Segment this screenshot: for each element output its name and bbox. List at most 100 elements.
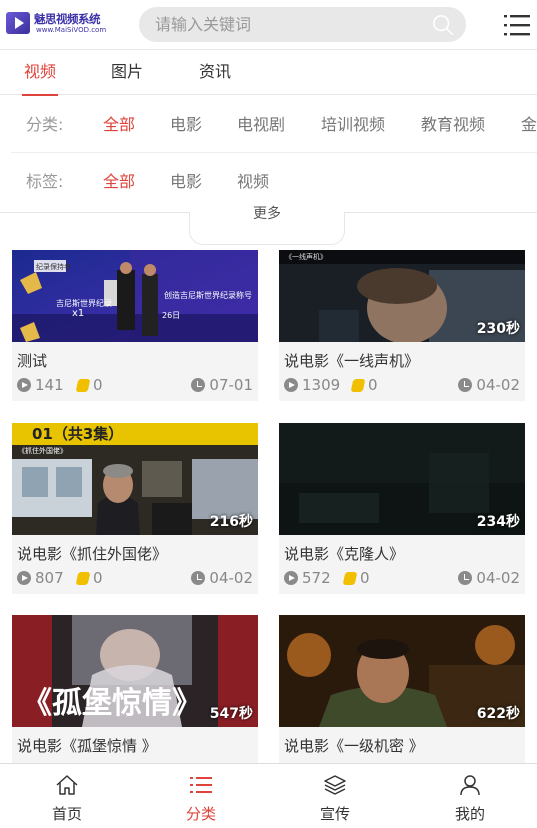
views-stat: 572 <box>284 569 331 587</box>
coins-stat: 0 <box>75 569 103 587</box>
logo[interactable]: 魅思视频系统 www.MaiSiVOD.com <box>6 10 110 38</box>
search-icon[interactable] <box>432 14 454 36</box>
coin-icon <box>75 571 91 585</box>
clock-icon <box>191 378 206 392</box>
views-count: 1309 <box>302 376 341 394</box>
coins-stat: 0 <box>75 376 103 394</box>
nav-category-label: 分类 <box>185 805 216 823</box>
video-duration: 216秒 <box>209 514 253 530</box>
coins-stat: 0 <box>342 569 370 587</box>
category-filter: 分类: 全部 电影 电视剧 培训视频 教育视频 金 <box>11 97 537 153</box>
date-stat: 07-01 <box>191 376 253 394</box>
tag-filter: 标签: 全部 电影 视频 <box>11 154 537 210</box>
header: 魅思视频系统 www.MaiSiVOD.com <box>0 0 537 50</box>
video-card[interactable]: 01（共3集） 《抓住外国佬》 216秒 说电影《抓住外国佬》 807 0 04… <box>12 423 258 594</box>
upload-date: 04-02 <box>209 569 253 587</box>
play-count-icon <box>284 378 298 392</box>
coins-stat: 0 <box>350 376 378 394</box>
thumbnail-image: 纪录保持者 创造吉尼斯世界纪录称号 吉尼斯世界纪录 x1 26日 <box>12 250 258 342</box>
video-card[interactable]: 234秒 说电影《克隆人》 572 0 04-02 <box>279 423 525 594</box>
views-stat: 807 <box>17 569 64 587</box>
video-duration: 234秒 <box>476 514 520 530</box>
category-movie[interactable]: 电影 <box>170 97 202 153</box>
thumbnail-title-text: 《孤堡惊情》 <box>22 686 202 721</box>
play-count-icon <box>284 571 298 585</box>
thumbnail-tag-text: 《一线声机》 <box>285 252 327 261</box>
content-type-tabs: 视频 图片 资讯 <box>0 50 537 96</box>
video-card[interactable]: 纪录保持者 创造吉尼斯世界纪录称号 吉尼斯世界纪录 x1 26日 测试 141 … <box>12 250 258 401</box>
nav-home[interactable]: 首页 <box>27 764 107 828</box>
logo-play-icon <box>6 12 30 34</box>
video-thumbnail[interactable]: 《孤堡惊情》 547秒 <box>12 615 258 727</box>
video-title[interactable]: 说电影《克隆人》 <box>284 543 404 564</box>
category-training-video[interactable]: 培训视频 <box>321 97 385 153</box>
video-duration: 622秒 <box>476 706 520 722</box>
more-label: 更多 <box>253 206 281 222</box>
clock-icon <box>458 571 473 585</box>
more-button[interactable]: 更多 <box>189 207 345 245</box>
video-duration: 547秒 <box>209 706 253 722</box>
play-count-icon <box>17 571 31 585</box>
coins-count: 0 <box>360 569 370 587</box>
thumbnail-cert-text: 创造吉尼斯世界纪录称号 <box>164 290 252 300</box>
tag-movie[interactable]: 电影 <box>170 154 202 210</box>
video-meta: 572 0 04-02 <box>284 569 520 589</box>
tab-video[interactable]: 视频 <box>21 50 59 96</box>
date-stat: 04-02 <box>191 569 253 587</box>
logo-name: 魅思视频系统 <box>34 12 101 26</box>
menu-icon[interactable] <box>504 13 530 37</box>
video-title[interactable]: 说电影《一线声机》 <box>284 350 419 371</box>
video-thumbnail[interactable]: 纪录保持者 创造吉尼斯世界纪录称号 吉尼斯世界纪录 x1 26日 <box>12 250 258 342</box>
coins-count: 0 <box>93 376 103 394</box>
category-all[interactable]: 全部 <box>103 97 135 153</box>
video-meta: 141 0 07-01 <box>17 376 253 396</box>
category-more-item[interactable]: 金 <box>521 97 537 153</box>
video-card[interactable]: 622秒 说电影《一级机密 》 <box>279 615 525 763</box>
clock-icon <box>191 571 206 585</box>
coins-count: 0 <box>368 376 378 394</box>
home-icon <box>56 775 78 795</box>
video-title[interactable]: 说电影《孤堡惊情 》 <box>17 735 157 756</box>
video-card[interactable]: 《孤堡惊情》 547秒 说电影《孤堡惊情 》 <box>12 615 258 763</box>
views-stat: 141 <box>17 376 64 394</box>
video-thumbnail[interactable]: 01（共3集） 《抓住外国佬》 216秒 <box>12 423 258 535</box>
video-thumbnail[interactable]: 234秒 <box>279 423 525 535</box>
thumbnail-tag-text: 《抓住外国佬》 <box>18 446 67 455</box>
tag-all[interactable]: 全部 <box>103 154 135 210</box>
list-icon <box>190 777 212 793</box>
category-education-video[interactable]: 教育视频 <box>421 97 485 153</box>
nav-profile-label: 我的 <box>454 805 485 823</box>
logo-url: www.MaiSiVOD.com <box>36 26 107 34</box>
more-toggle: 更多 <box>0 207 537 246</box>
views-count: 807 <box>35 569 64 587</box>
tab-images[interactable]: 图片 <box>111 50 143 95</box>
views-count: 572 <box>302 569 331 587</box>
views-count: 141 <box>35 376 64 394</box>
video-title[interactable]: 说电影《一级机密 》 <box>284 735 424 756</box>
video-title[interactable]: 说电影《抓住外国佬》 <box>17 543 167 564</box>
category-tv-series[interactable]: 电视剧 <box>237 97 285 153</box>
thumbnail-date-text: 26日 <box>162 311 180 320</box>
video-title[interactable]: 测试 <box>17 350 47 371</box>
date-stat: 04-02 <box>458 376 520 394</box>
coin-icon <box>75 378 91 392</box>
thumbnail-badge-text: 纪录保持者 <box>36 262 71 271</box>
play-count-icon <box>17 378 31 392</box>
tag-video[interactable]: 视频 <box>237 154 269 210</box>
video-card[interactable]: 《一线声机》 230秒 说电影《一线声机》 1309 0 04-02 <box>279 250 525 401</box>
upload-date: 07-01 <box>209 376 253 394</box>
tab-news[interactable]: 资讯 <box>199 50 231 95</box>
user-icon <box>460 775 480 796</box>
video-meta: 807 0 04-02 <box>17 569 253 589</box>
upload-date: 04-02 <box>476 569 520 587</box>
search-input[interactable] <box>155 7 425 42</box>
nav-promo[interactable]: 宣传 <box>295 764 375 828</box>
clock-icon <box>458 378 473 392</box>
video-thumbnail[interactable]: 622秒 <box>279 615 525 727</box>
upload-date: 04-02 <box>476 376 520 394</box>
layers-icon <box>324 775 346 795</box>
tag-label: 标签: <box>26 172 64 191</box>
nav-category[interactable]: 分类 <box>161 764 241 828</box>
nav-profile[interactable]: 我的 <box>430 764 510 828</box>
video-thumbnail[interactable]: 《一线声机》 230秒 <box>279 250 525 342</box>
